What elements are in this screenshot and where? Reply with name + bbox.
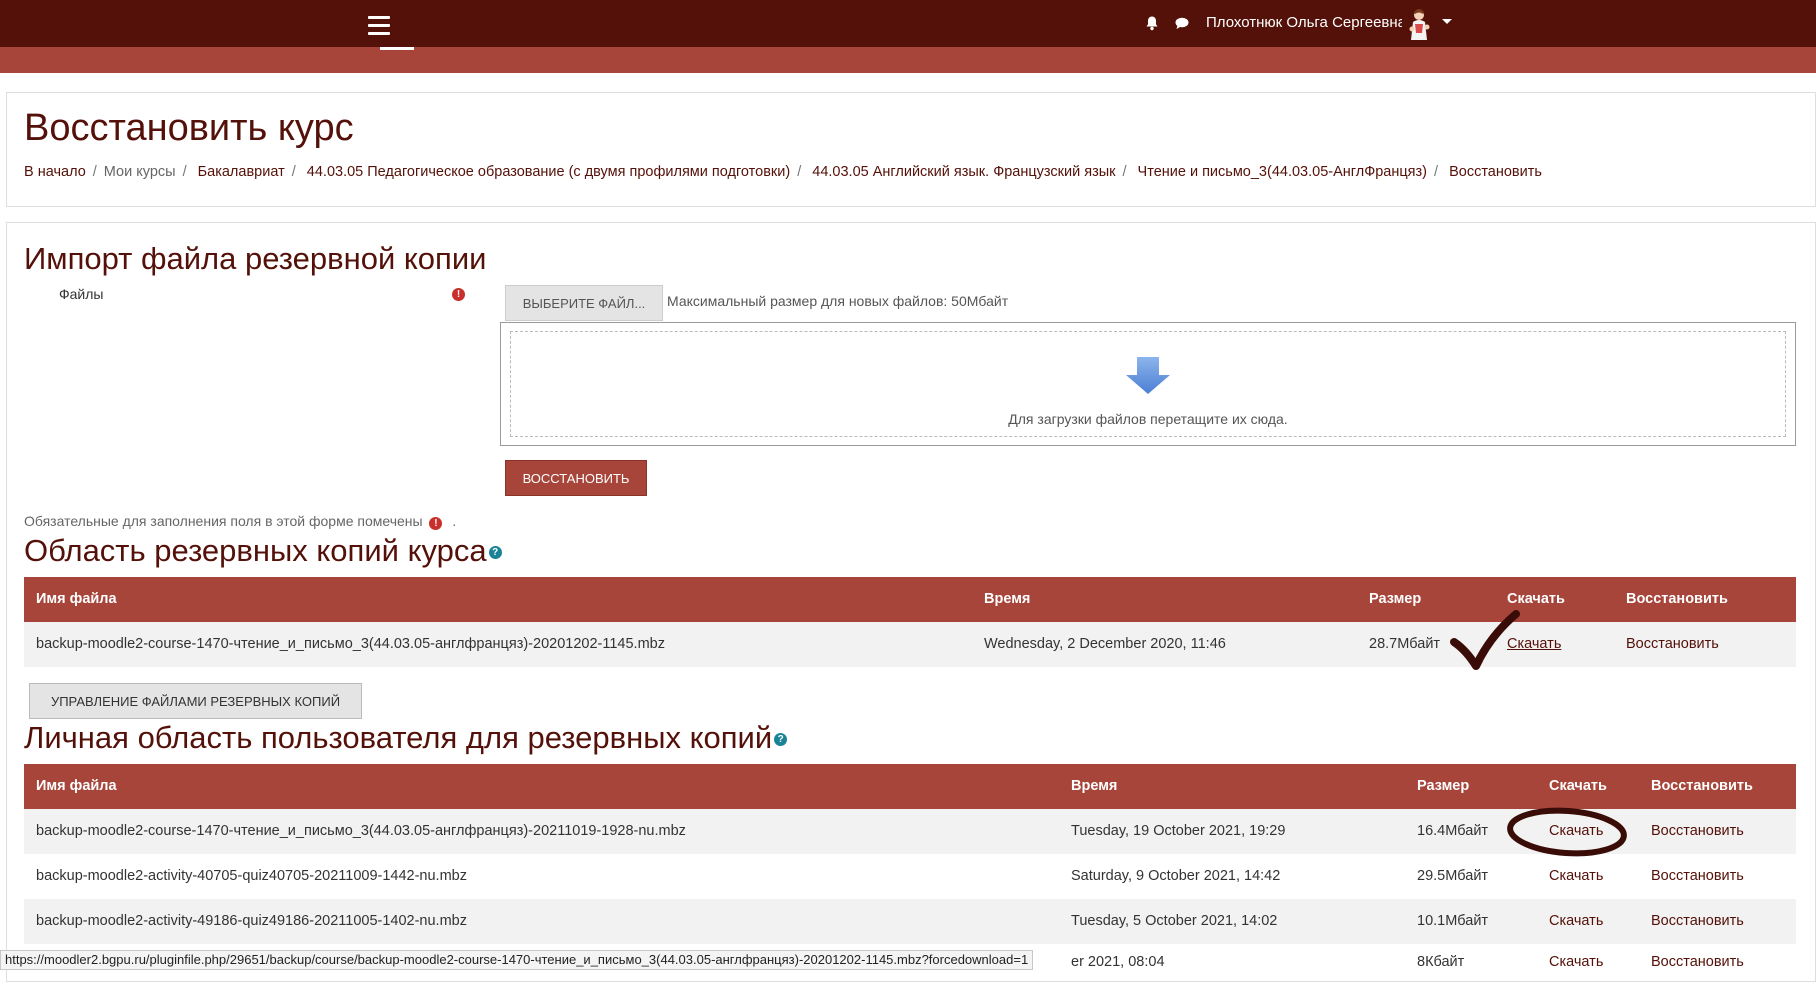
breadcrumb-my-courses[interactable]: Мои курсы <box>104 164 176 180</box>
required-note-text: Обязательные для заполнения поля в этой … <box>24 513 423 529</box>
drop-hint: Для загрузки файлов перетащите их сюда. <box>1008 411 1288 427</box>
download-cell: Скачать <box>1549 899 1603 944</box>
restore-link[interactable]: Восстановить <box>1651 954 1744 970</box>
restore-link[interactable]: Восстановить <box>1626 636 1719 652</box>
file-size: 10.1Мбайт <box>1417 913 1489 929</box>
files-label: Файлы <box>59 286 104 302</box>
download-cell: Скачать <box>1549 809 1603 854</box>
file-time: Saturday, 9 October 2021, 14:42 <box>1071 868 1281 884</box>
restore-cell: Восстановить <box>1651 854 1744 899</box>
download-cell: Скачать <box>1549 940 1603 985</box>
breadcrumb-bachelor[interactable]: Бакалавриат <box>198 164 285 180</box>
file-name: backup-moodle2-activity-49186-quiz49186-… <box>36 913 467 929</box>
file-time: Wednesday, 2 December 2020, 11:46 <box>984 636 1226 652</box>
choose-file-button[interactable]: ВЫБЕРИТЕ ФАЙЛ... <box>505 285 663 321</box>
download-link[interactable]: Скачать <box>1549 913 1603 929</box>
file-name: backup-moodle2-activity-40705-quiz40705-… <box>36 868 467 884</box>
download-link[interactable]: Скачать <box>1507 636 1561 652</box>
user-backup-area-title: Личная область пользователя для резервны… <box>24 720 788 756</box>
file-time: Tuesday, 19 October 2021, 19:29 <box>1071 823 1286 839</box>
column-header-time: Время <box>1071 778 1118 794</box>
breadcrumb-separator: / <box>1434 164 1439 180</box>
column-header-size: Размер <box>1369 591 1422 607</box>
table-row: backup-moodle2-course-1470-чтение_и_пись… <box>24 622 1796 667</box>
page-title: Восстановить курс <box>24 107 354 149</box>
download-cell: Скачать <box>1507 622 1561 667</box>
table-row: backup-moodle2-activity-49186-quiz49186-… <box>24 899 1796 944</box>
required-note-end: . <box>452 513 457 529</box>
hamburger-active-underline <box>380 47 414 50</box>
breadcrumb-home[interactable]: В начало <box>24 164 86 180</box>
breadcrumb-program[interactable]: 44.03.05 Педагогическое образование (с д… <box>307 164 790 180</box>
help-icon[interactable]: ? <box>488 546 502 560</box>
table-header-row: Имя файла Время Размер Скачать Восстанов… <box>24 764 1796 809</box>
bell-icon[interactable] <box>1144 15 1160 31</box>
course-backup-area-title-text: Область резервных копий курса <box>24 533 487 568</box>
course-backup-area-title: Область резервных копий курса? <box>24 533 502 569</box>
file-time: Tuesday, 5 October 2021, 14:02 <box>1071 913 1278 929</box>
column-header-restore: Восстановить <box>1626 591 1728 607</box>
column-header-filename: Имя файла <box>36 591 117 607</box>
breadcrumb-separator: / <box>797 164 802 180</box>
breadcrumb-separator: / <box>291 164 296 180</box>
column-header-restore: Восстановить <box>1651 778 1753 794</box>
user-backup-area-title-text: Личная область пользователя для резервны… <box>24 720 773 755</box>
manage-backup-files-button[interactable]: УПРАВЛЕНИЕ ФАЙЛАМИ РЕЗЕРВНЫХ КОПИЙ <box>29 683 362 719</box>
breadcrumb-profile[interactable]: 44.03.05 Английский язык. Французский яз… <box>812 164 1115 180</box>
max-file-size: Максимальный размер для новых файлов: 50… <box>667 293 1009 309</box>
avatar[interactable] <box>1402 7 1436 41</box>
download-arrow-icon <box>1126 357 1170 394</box>
breadcrumb: В начало / Мои курсы / Бакалавриат / 44.03.0… <box>24 164 1542 180</box>
download-cell: Скачать <box>1549 854 1603 899</box>
file-name: backup-moodle2-course-1470-чтение_и_пись… <box>36 636 665 652</box>
download-link[interactable]: Скачать <box>1549 954 1603 970</box>
restore-link[interactable]: Восстановить <box>1651 913 1744 929</box>
restore-cell: Восстановить <box>1651 940 1744 985</box>
required-icon: ! <box>429 517 443 530</box>
navbar-accent-strip <box>0 47 1816 73</box>
restore-cell: Восстановить <box>1651 809 1744 854</box>
restore-cell: Восстановить <box>1626 622 1719 667</box>
column-header-download: Скачать <box>1549 778 1607 794</box>
help-icon[interactable]: ? <box>774 733 788 747</box>
user-name[interactable]: Плохотнюк Ольга Сергеевна <box>1206 14 1406 31</box>
column-header-size: Размер <box>1417 778 1470 794</box>
file-size: 28.7Мбайт <box>1369 636 1441 652</box>
user-menu-caret-icon[interactable] <box>1442 19 1452 24</box>
breadcrumb-separator: / <box>182 164 187 180</box>
breadcrumb-separator: / <box>1122 164 1127 180</box>
breadcrumb-current[interactable]: Восстановить <box>1449 164 1542 180</box>
browser-status-bar: https://moodler2.bgpu.ru/pluginfile.php/… <box>0 950 1034 970</box>
breadcrumb-course[interactable]: Чтение и письмо_3(44.03.05-АнглФранцяз) <box>1138 164 1427 180</box>
chat-icon[interactable] <box>1174 15 1190 31</box>
top-navbar: Плохотнюк Ольга Сергеевна <box>0 0 1816 47</box>
download-link[interactable]: Скачать <box>1549 823 1603 839</box>
column-header-filename: Имя файла <box>36 778 117 794</box>
restore-link[interactable]: Восстановить <box>1651 823 1744 839</box>
file-size: 29.5Мбайт <box>1417 868 1489 884</box>
table-header-row: Имя файла Время Размер Скачать Восстанов… <box>24 577 1796 622</box>
breadcrumb-separator: / <box>92 164 97 180</box>
file-name: backup-moodle2-course-1470-чтение_и_пись… <box>36 823 686 839</box>
download-link[interactable]: Скачать <box>1549 868 1603 884</box>
table-row: backup-moodle2-activity-40705-quiz40705-… <box>24 854 1796 899</box>
restore-link[interactable]: Восстановить <box>1651 868 1744 884</box>
restore-button[interactable]: ВОССТАНОВИТЬ <box>505 460 647 496</box>
file-time: er 2021, 08:04 <box>1071 954 1165 970</box>
import-section-title: Импорт файла резервной копии <box>24 241 487 276</box>
column-header-download: Скачать <box>1507 591 1565 607</box>
file-size: 8Кбайт <box>1417 954 1465 970</box>
required-fields-note: Обязательные для заполнения поля в этой … <box>24 513 456 530</box>
restore-cell: Восстановить <box>1651 899 1744 944</box>
file-size: 16.4Мбайт <box>1417 823 1489 839</box>
column-header-time: Время <box>984 591 1031 607</box>
table-row: backup-moodle2-course-1470-чтение_и_пись… <box>24 809 1796 854</box>
hamburger-menu-icon[interactable] <box>365 14 393 38</box>
required-icon: ! <box>452 288 465 301</box>
